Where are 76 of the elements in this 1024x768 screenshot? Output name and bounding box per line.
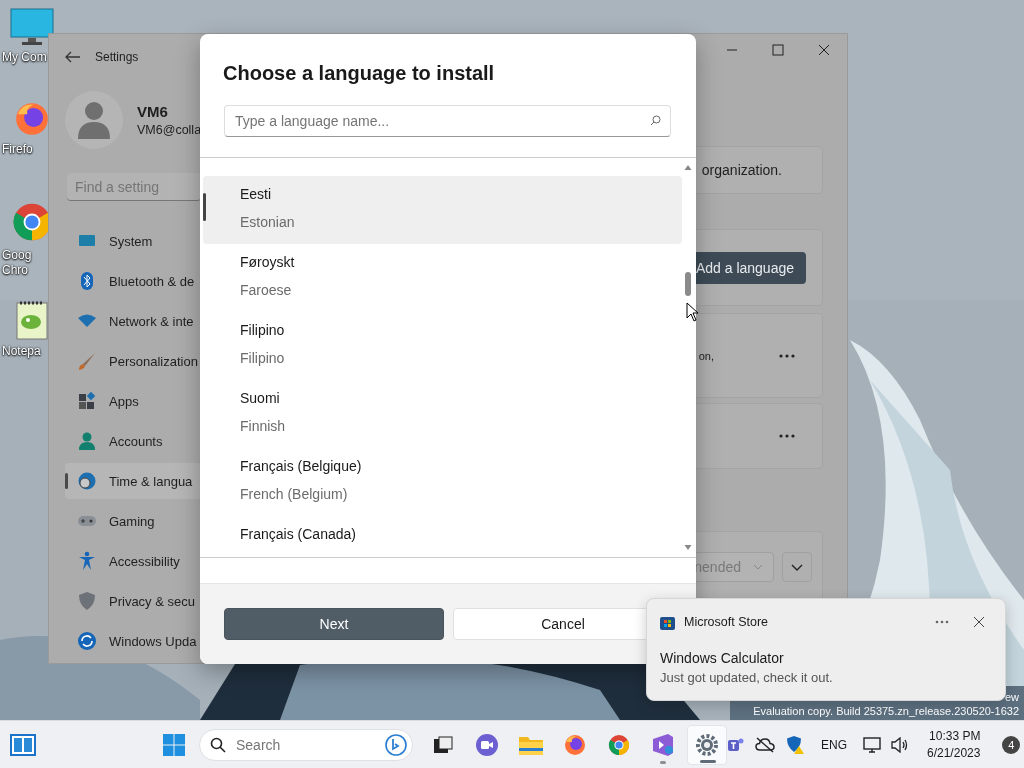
network-icon[interactable] <box>863 736 881 753</box>
search-icon <box>650 115 661 126</box>
language-english-name: Estonian <box>240 213 295 232</box>
language-item[interactable]: Suomi Finnish <box>203 380 682 448</box>
firefox-icon <box>13 100 51 138</box>
chevron-icon <box>753 564 763 570</box>
store-icon <box>660 614 675 630</box>
brush-icon <box>77 351 97 371</box>
nav-item[interactable]: Accounts <box>65 423 201 459</box>
close-icon <box>974 617 984 627</box>
cloud-off-icon[interactable] <box>755 736 775 753</box>
accessibility-icon <box>77 551 97 571</box>
app-name: Microsoft Store <box>684 615 770 629</box>
language-native-name: Eesti <box>240 185 272 204</box>
more-icon <box>779 434 795 438</box>
input-language[interactable]: ENG <box>821 737 847 752</box>
language-native-name: Français (Belgique) <box>240 457 362 476</box>
language-english-name: French (Belgium) <box>240 485 348 504</box>
language-english-name: Finnish <box>240 417 286 436</box>
notice-text: organization. <box>701 162 782 178</box>
language-native-name: Filipino <box>240 321 285 340</box>
monitor-icon <box>10 8 54 46</box>
language-native-name: Suomi <box>240 389 280 408</box>
nav-item[interactable]: Privacy & secu <box>65 583 201 619</box>
language-item[interactable]: Français (Canada) <box>203 516 682 556</box>
nav-item[interactable]: Gaming <box>65 503 201 539</box>
back-arrow-icon[interactable] <box>65 51 81 63</box>
language-item[interactable]: Français (Belgique) French (Belgium) <box>203 448 682 516</box>
widgets-icon[interactable] <box>10 733 36 756</box>
dialog-title: Choose a language to install <box>223 61 496 85</box>
nav-item[interactable]: Network & inte <box>65 303 201 339</box>
window-title: Settings <box>95 50 139 64</box>
user-name: VM6 <box>137 102 169 120</box>
user-email: VM6@colla <box>137 122 202 137</box>
language-detail-text: on, <box>698 349 714 362</box>
clock-time[interactable]: 10:33 PM <box>929 727 981 745</box>
shield-icon <box>77 591 97 611</box>
search-field[interactable]: Find a setting <box>67 173 201 201</box>
nav-item[interactable]: Apps <box>65 383 201 419</box>
nav-item[interactable]: Personalization <box>65 343 201 379</box>
build-info-text: ew <box>1004 690 1019 704</box>
person-icon <box>77 431 97 451</box>
nav-item[interactable]: Bluetooth & de <box>65 263 201 299</box>
more-icon <box>935 620 949 624</box>
clock-date[interactable]: 6/21/2023 <box>927 744 981 762</box>
apps-icon <box>77 391 97 411</box>
language-item[interactable]: Eesti Estonian <box>203 176 682 244</box>
chrome-icon[interactable] <box>607 732 631 757</box>
language-native-name: Føroyskt <box>240 253 295 272</box>
next-button[interactable]: Next <box>224 608 444 640</box>
chevron-icon <box>791 563 803 571</box>
language-item[interactable]: Føroyskt Faroese <box>203 244 682 312</box>
firefox-icon[interactable] <box>563 732 587 757</box>
language-native-name: Français (Canada) <box>240 525 356 544</box>
nav-item[interactable]: Time & langua <box>65 463 201 499</box>
nav-item[interactable]: System <box>65 223 201 259</box>
notepad-icon <box>16 300 48 340</box>
notification-badge[interactable]: 4 <box>1002 735 1021 754</box>
start-icon[interactable] <box>162 732 186 757</box>
notification-message: Just got updated, check it out. <box>660 669 834 687</box>
task-view-icon[interactable] <box>432 733 454 756</box>
notification-title: Windows Calculator <box>660 649 785 668</box>
language-english-name: Faroese <box>240 281 292 300</box>
studio-icon[interactable] <box>651 732 675 757</box>
shield-warning-icon[interactable] <box>785 734 805 755</box>
more-icon <box>779 353 795 358</box>
nav-item[interactable]: Accessibility <box>65 543 201 579</box>
language-english-name: Filipino <box>240 349 285 368</box>
gear-icon[interactable] <box>695 732 719 757</box>
language-item[interactable]: Filipino Filipino <box>203 312 682 380</box>
speaker-icon[interactable] <box>891 736 909 753</box>
sync-icon <box>77 631 97 651</box>
build-info-text: Evaluation copy. Build 25375.zn_release.230520-1632 <box>753 704 1019 718</box>
nav-item[interactable]: Windows Upda <box>65 623 201 659</box>
video-chat-icon[interactable] <box>475 732 499 757</box>
globe-icon <box>77 471 97 491</box>
